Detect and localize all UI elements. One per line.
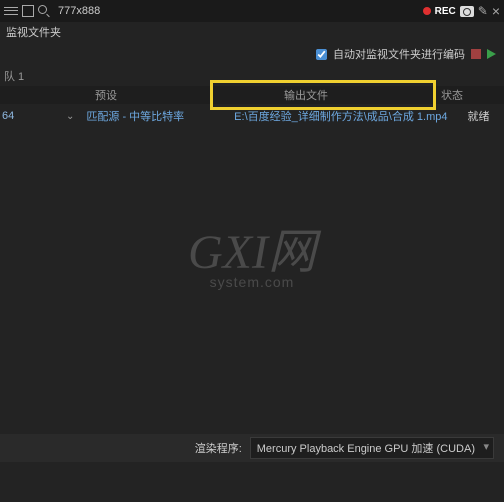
record-dot-icon	[423, 7, 431, 15]
auto-encode-label: 自动对监视文件夹进行编码	[333, 46, 465, 62]
camera-icon[interactable]	[460, 6, 474, 17]
preset-link[interactable]: 匹配源 - 中等比特率	[86, 108, 184, 124]
watermark: GXI网 system.com	[188, 212, 316, 290]
output-file-link[interactable]: E:\百度经验_详细制作方法\成品\合成 1.mp4	[234, 108, 447, 124]
play-button[interactable]	[487, 49, 496, 59]
menu-icon[interactable]	[4, 4, 18, 18]
chevron-down-icon[interactable]: ⌄	[66, 111, 74, 122]
close-icon[interactable]: ×	[492, 3, 500, 19]
status-text: 就绪	[467, 108, 489, 124]
tab-watch-folder[interactable]: 监视文件夹	[6, 24, 61, 40]
stop-button[interactable]	[471, 49, 481, 59]
bottom-panel	[0, 462, 504, 502]
pencil-icon[interactable]: ✎	[478, 4, 488, 18]
row-number: 64	[0, 110, 18, 122]
auto-encode-checkbox[interactable]	[316, 49, 327, 60]
queue-label: 队 1	[0, 66, 504, 86]
renderer-label: 渲染程序:	[195, 440, 242, 456]
renderer-dropdown[interactable]: Mercury Playback Engine GPU 加速 (CUDA)	[250, 437, 494, 459]
column-output: 输出文件	[206, 87, 406, 103]
column-status: 状态	[406, 87, 498, 103]
window-icon[interactable]	[22, 5, 34, 17]
column-preset: 预设	[6, 87, 206, 103]
search-icon	[38, 5, 50, 17]
column-header-row: 预设 输出文件 状态	[0, 86, 504, 104]
watermark-main: GXI网	[188, 212, 316, 282]
record-label[interactable]: REC	[435, 6, 456, 17]
table-row[interactable]: 64 ⌄ 匹配源 - 中等比特率 E:\百度经验_详细制作方法\成品\合成 1.…	[0, 104, 504, 128]
search-input[interactable]	[54, 3, 419, 19]
watermark-sub: system.com	[188, 274, 316, 290]
